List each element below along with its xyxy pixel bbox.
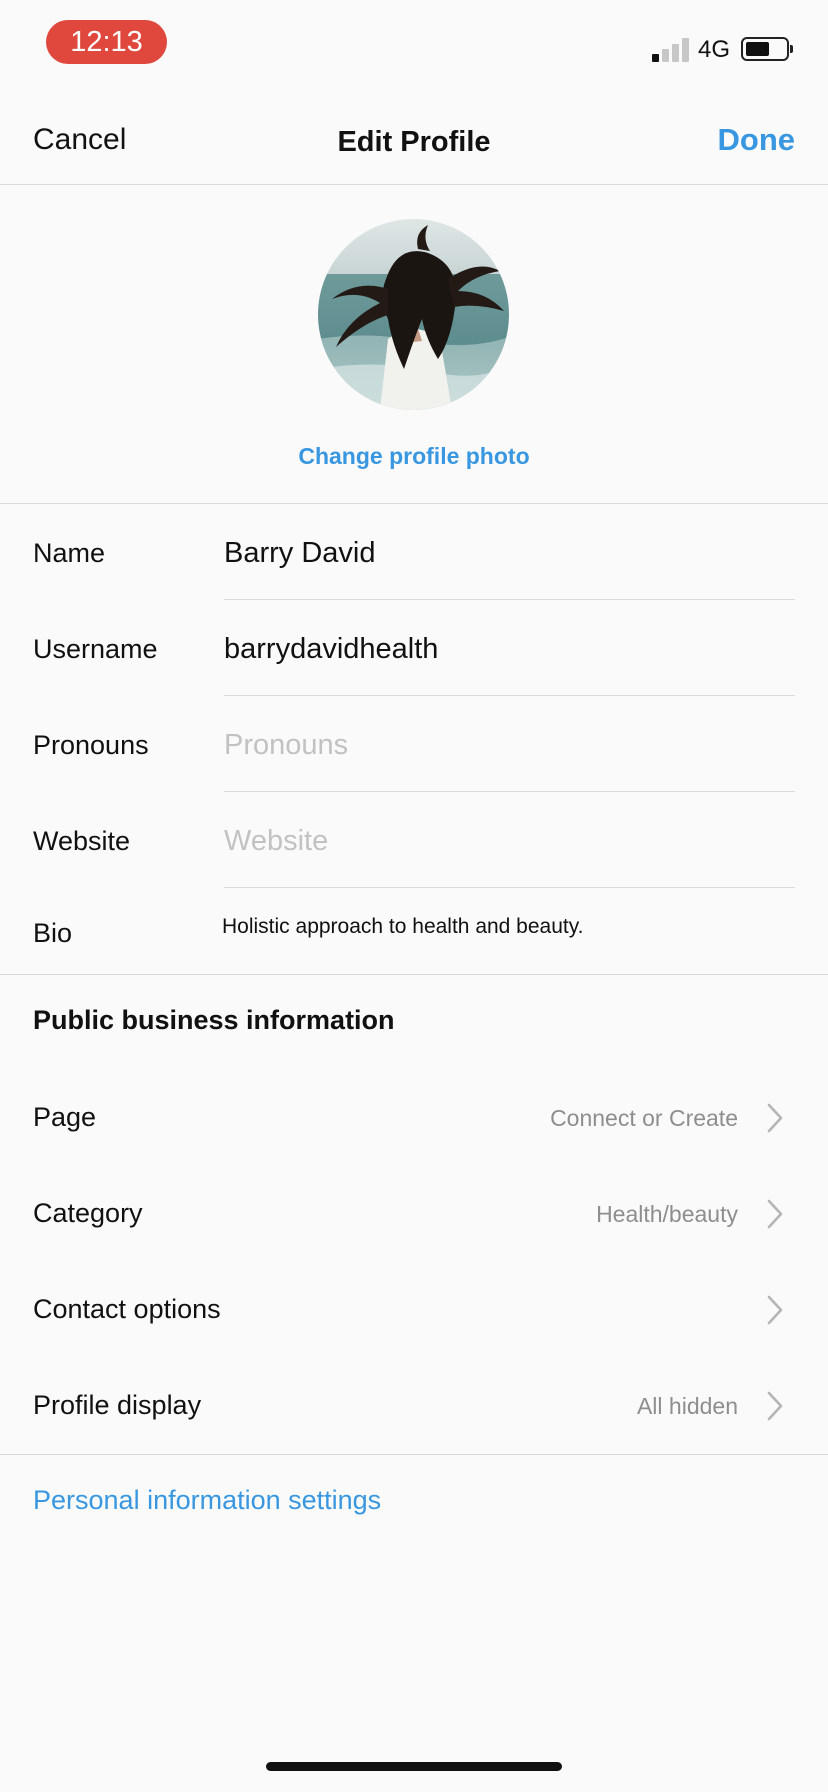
chevron-right-icon: [767, 1103, 783, 1133]
page-row-label: Page: [33, 1102, 97, 1132]
home-indicator[interactable]: [266, 1762, 562, 1771]
username-underline: [224, 695, 795, 696]
pronouns-underline: [224, 791, 795, 792]
profile-avatar[interactable]: [318, 219, 509, 410]
profile-display-row[interactable]: Profile display All hidden: [0, 1371, 828, 1441]
personal-information-settings-link[interactable]: Personal information settings: [33, 1482, 381, 1518]
battery-tip: [790, 45, 793, 53]
battery-icon: [741, 37, 789, 61]
section-divider: [0, 974, 828, 975]
category-row[interactable]: Category Health/beauty: [0, 1179, 828, 1249]
change-profile-photo-link[interactable]: Change profile photo: [0, 440, 828, 472]
name-underline: [224, 599, 795, 600]
section-divider: [0, 503, 828, 504]
bio-field[interactable]: Holistic approach to health and beauty.: [222, 912, 802, 942]
pronouns-field[interactable]: [224, 725, 794, 765]
signal-strength-icon: [652, 38, 690, 62]
section-divider: [0, 1454, 828, 1455]
page-row[interactable]: Page Connect or Create: [0, 1083, 828, 1153]
website-label: Website: [33, 826, 131, 856]
contact-options-row-label: Contact options: [33, 1294, 221, 1324]
username-field[interactable]: [224, 629, 794, 669]
website-underline: [224, 887, 795, 888]
website-field[interactable]: [224, 821, 794, 861]
chevron-right-icon: [767, 1391, 783, 1421]
business-section-title: Public business information: [33, 1005, 395, 1035]
bio-label: Bio: [33, 918, 73, 948]
name-field[interactable]: [224, 533, 794, 573]
profile-photo-image: [318, 219, 509, 410]
name-label: Name: [33, 538, 106, 568]
contact-options-row[interactable]: Contact options: [0, 1275, 828, 1345]
chevron-right-icon: [767, 1295, 783, 1325]
chevron-right-icon: [767, 1199, 783, 1229]
username-label: Username: [33, 634, 158, 664]
network-type: 4G: [698, 36, 731, 63]
status-time: 12:13: [46, 20, 167, 64]
done-button[interactable]: Done: [718, 120, 796, 160]
category-row-label: Category: [33, 1198, 143, 1228]
profile-display-row-value: All hidden: [636, 1393, 738, 1419]
page-row-value: Connect or Create: [550, 1105, 738, 1131]
pronouns-label: Pronouns: [33, 730, 149, 760]
category-row-value: Health/beauty: [596, 1201, 738, 1227]
page-title: Edit Profile: [337, 126, 491, 158]
nav-divider: [0, 184, 828, 185]
profile-display-row-label: Profile display: [33, 1390, 202, 1420]
